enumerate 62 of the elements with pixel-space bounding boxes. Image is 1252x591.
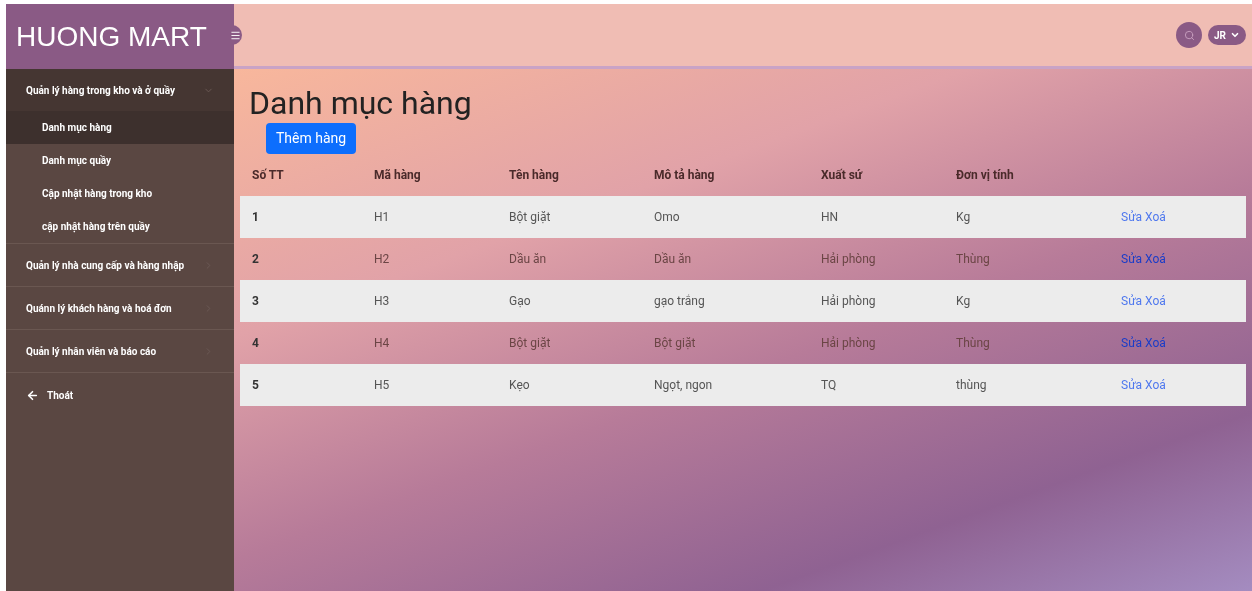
table-cell: Bột giặt: [654, 336, 696, 350]
table-cell: HN: [821, 210, 839, 224]
table-cell: Thùng: [956, 252, 990, 266]
logout-link[interactable]: Thoát: [6, 373, 234, 417]
column-header: Số TT: [252, 168, 284, 182]
table-cell: Omo: [654, 210, 680, 224]
add-button[interactable]: Thêm hàng: [266, 123, 357, 154]
table-cell: 3: [252, 294, 259, 308]
action-link[interactable]: Xoá: [1145, 376, 1166, 394]
column-header: Đơn vị tính: [956, 168, 1014, 182]
table-cell: Hải phòng: [821, 252, 876, 266]
table-cell: Bột giặt: [509, 210, 551, 224]
action-link[interactable]: Sửa: [1121, 292, 1143, 310]
table-cell: Hải phòng: [821, 294, 876, 308]
table-cell: Ngọt, ngon: [654, 378, 713, 392]
column-header: Mô tả hàng: [654, 168, 715, 182]
sidebar-item[interactable]: Danh mục hàng: [6, 111, 234, 144]
table-cell: Dầu ăn: [509, 252, 547, 266]
action-link[interactable]: Xoá: [1145, 292, 1166, 310]
column-header: Tên hàng: [509, 168, 559, 182]
table-cell: Kẹo: [509, 378, 530, 392]
action-link[interactable]: Xoá: [1145, 250, 1166, 268]
page-title: Danh mục hàng: [248, 83, 473, 123]
sidebar-item[interactable]: Cập nhật hàng trong kho: [6, 177, 234, 210]
action-link[interactable]: Sửa: [1121, 208, 1143, 226]
user-menu-button[interactable]: JR: [1208, 25, 1246, 45]
action-link[interactable]: Sửa: [1121, 376, 1143, 394]
sidebar-group[interactable]: Quản lý hàng trong kho và ở quầy: [6, 69, 234, 111]
column-header: Xuất sứ: [821, 168, 863, 182]
sidebar-group[interactable]: Quản lý nhân viên và báo cáo: [6, 330, 234, 372]
table-cell: gạo trắng: [654, 294, 705, 308]
menu-icon: [229, 29, 241, 41]
table-cell: 2: [252, 252, 259, 266]
table-cell: 4: [252, 336, 259, 350]
sidebar-group[interactable]: Quánn lý khách hàng và hoá đơn: [6, 287, 234, 329]
caret-icon: [1230, 30, 1240, 40]
column-header: Mã hàng: [374, 168, 421, 182]
sidebar-item[interactable]: Danh mục quầy: [6, 144, 234, 177]
action-link[interactable]: Xoá: [1145, 208, 1166, 226]
arrow-left-icon: [26, 388, 39, 402]
table-cell: Gạo: [509, 294, 531, 308]
table-cell: Kg: [956, 294, 971, 308]
search-button[interactable]: [1176, 22, 1202, 48]
sidebar-group[interactable]: Quản lý nhà cung cấp và hàng nhập: [6, 244, 234, 286]
brand-logo: HUONG MART: [16, 19, 207, 54]
table-cell: Thùng: [956, 336, 990, 350]
table-cell: Kg: [956, 210, 971, 224]
table-cell: H4: [374, 336, 390, 350]
sidebar-item[interactable]: cập nhật hàng trên quầy: [6, 210, 234, 243]
table-cell: 5: [252, 378, 259, 392]
search-icon: [1183, 29, 1195, 41]
table-cell: 1: [252, 210, 259, 224]
table-cell: Bột giặt: [509, 336, 551, 350]
table-cell: H1: [374, 210, 390, 224]
table-cell: H5: [374, 378, 390, 392]
table-cell: Hải phòng: [821, 336, 876, 350]
table-cell: Dầu ăn: [654, 252, 692, 266]
table-cell: H3: [374, 294, 390, 308]
action-link[interactable]: Sửa: [1121, 250, 1143, 268]
table-cell: H2: [374, 252, 390, 266]
table-cell: thùng: [956, 378, 987, 392]
table-cell: TQ: [821, 378, 837, 392]
